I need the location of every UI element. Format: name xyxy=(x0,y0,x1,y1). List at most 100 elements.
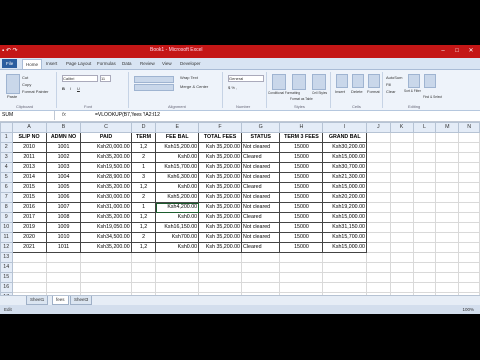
header-cell[interactable]: FEE BAL xyxy=(155,132,200,143)
empty-cell[interactable] xyxy=(322,252,367,263)
empty-cell[interactable] xyxy=(458,222,480,233)
empty-cell[interactable] xyxy=(412,202,437,213)
wrap-text-button[interactable]: Wrap Text xyxy=(180,75,198,80)
empty-cell[interactable] xyxy=(412,172,437,183)
data-cell[interactable]: 1002 xyxy=(45,152,82,163)
empty-cell[interactable] xyxy=(389,232,414,243)
data-cell[interactable]: Ksh5,200.00 xyxy=(155,192,200,203)
sheet-body[interactable]: 1 SLIP NO ADMN NO PAID TERM FEE BAL TOTAL FEES… xyxy=(0,132,480,314)
column-header[interactable]: K xyxy=(389,122,414,133)
data-cell[interactable]: Ksh19,200.00 xyxy=(322,202,367,213)
data-cell[interactable]: 15000 xyxy=(279,222,324,233)
find-select-icon[interactable] xyxy=(424,74,436,88)
data-cell[interactable]: Not cleared xyxy=(241,142,281,153)
empty-cell[interactable] xyxy=(389,212,414,223)
data-cell[interactable]: Ksh0.00 xyxy=(155,182,200,193)
empty-cell[interactable] xyxy=(435,202,460,213)
empty-cell[interactable] xyxy=(435,252,460,263)
data-cell[interactable]: Ksh0.00 xyxy=(155,212,200,223)
tab-file[interactable]: File xyxy=(2,59,18,68)
data-cell[interactable]: Ksh 35,200.00 xyxy=(198,162,243,173)
row-header[interactable]: 6 xyxy=(0,182,13,193)
row-header[interactable]: 4 xyxy=(0,162,13,173)
empty-cell[interactable] xyxy=(241,272,281,283)
tab-home[interactable]: Home xyxy=(22,59,43,69)
data-cell[interactable]: Ksh30,700.00 xyxy=(322,162,367,173)
data-cell[interactable]: Ksh15,000.00 xyxy=(322,212,367,223)
empty-cell[interactable] xyxy=(435,262,460,273)
font-size-select[interactable]: 11 xyxy=(100,75,111,82)
empty-cell[interactable] xyxy=(435,152,460,163)
data-cell[interactable]: Cleared xyxy=(241,212,281,223)
empty-cell[interactable] xyxy=(458,172,480,183)
empty-cell[interactable] xyxy=(458,192,480,203)
underline-button[interactable]: U xyxy=(77,86,80,91)
empty-cell[interactable] xyxy=(279,272,324,283)
empty-cell[interactable] xyxy=(241,252,281,263)
column-header[interactable]: I xyxy=(322,122,367,133)
row-header[interactable]: 16 xyxy=(0,282,13,293)
sheet-tab-fees[interactable]: fees xyxy=(52,296,69,305)
column-header[interactable]: A xyxy=(11,122,47,133)
row-header[interactable]: 2 xyxy=(0,142,13,153)
data-cell[interactable]: 1003 xyxy=(45,162,82,173)
row-header[interactable]: 1 xyxy=(0,132,13,143)
data-cell[interactable]: Ksh35,200.00 xyxy=(80,152,132,163)
empty-cell[interactable] xyxy=(365,222,391,233)
data-cell[interactable]: Cleared xyxy=(241,152,281,163)
data-cell[interactable]: Cleared xyxy=(241,242,281,253)
empty-cell[interactable] xyxy=(11,282,47,293)
empty-cell[interactable] xyxy=(389,162,414,173)
tab-formulas[interactable]: Formulas xyxy=(97,59,116,68)
data-cell[interactable]: 15000 xyxy=(279,152,324,163)
sort-filter-icon[interactable] xyxy=(408,74,420,88)
empty-cell[interactable] xyxy=(45,252,82,263)
empty-cell[interactable] xyxy=(435,212,460,223)
empty-cell[interactable] xyxy=(279,262,324,273)
empty-cell[interactable] xyxy=(412,212,437,223)
empty-cell[interactable] xyxy=(80,262,132,273)
header-cell[interactable]: PAID xyxy=(80,132,132,143)
column-header[interactable]: D xyxy=(130,122,157,133)
data-cell[interactable]: Not cleared xyxy=(241,232,281,243)
empty-cell[interactable] xyxy=(458,162,480,173)
redo-icon[interactable]: ↷ xyxy=(13,48,18,54)
data-cell[interactable]: 2013 xyxy=(11,162,47,173)
insert-cells-icon[interactable] xyxy=(336,74,348,88)
row-header[interactable]: 12 xyxy=(0,242,13,253)
data-cell[interactable]: 1,2 xyxy=(130,222,157,233)
empty-cell[interactable] xyxy=(435,242,460,253)
empty-cell[interactable] xyxy=(458,202,480,213)
empty-cell[interactable] xyxy=(365,252,391,263)
data-cell[interactable]: 15000 xyxy=(279,142,324,153)
empty-cell[interactable] xyxy=(389,262,414,273)
empty-cell[interactable] xyxy=(412,242,437,253)
empty-cell[interactable] xyxy=(389,182,414,193)
empty-cell[interactable] xyxy=(155,282,200,293)
sheet-tab-sheet1[interactable]: Sheet1 xyxy=(26,296,49,305)
data-cell[interactable]: 2019 xyxy=(11,222,47,233)
insert-function-icon[interactable]: fx xyxy=(62,111,66,120)
empty-cell[interactable] xyxy=(389,132,414,143)
data-cell[interactable]: 15000 xyxy=(279,202,324,213)
data-cell[interactable]: Ksh15,700.00 xyxy=(322,232,367,243)
data-cell[interactable]: Ksh30,200.00 xyxy=(322,142,367,153)
empty-cell[interactable] xyxy=(198,252,243,263)
close-button[interactable]: ✕ xyxy=(464,46,478,56)
data-cell[interactable]: 15000 xyxy=(279,162,324,173)
empty-cell[interactable] xyxy=(412,252,437,263)
data-cell[interactable]: 3 xyxy=(130,172,157,183)
data-cell[interactable]: 2010 xyxy=(11,142,47,153)
data-cell[interactable]: 2015 xyxy=(11,192,47,203)
cell-styles-icon[interactable] xyxy=(312,74,326,90)
format-cells-icon[interactable] xyxy=(368,74,380,88)
data-cell[interactable]: Ksh15,000.00 xyxy=(322,242,367,253)
data-cell[interactable]: 2014 xyxy=(11,172,47,183)
currency-button[interactable]: $ % , xyxy=(228,85,237,90)
data-cell[interactable]: 1007 xyxy=(45,202,82,213)
autosum-button[interactable]: AutoSum xyxy=(386,75,402,80)
column-header[interactable]: B xyxy=(45,122,82,133)
data-cell[interactable]: Ksh 35,200.00 xyxy=(198,182,243,193)
delete-button[interactable]: Delete xyxy=(351,89,363,94)
data-cell[interactable]: Ksh35,200.00 xyxy=(80,242,132,253)
